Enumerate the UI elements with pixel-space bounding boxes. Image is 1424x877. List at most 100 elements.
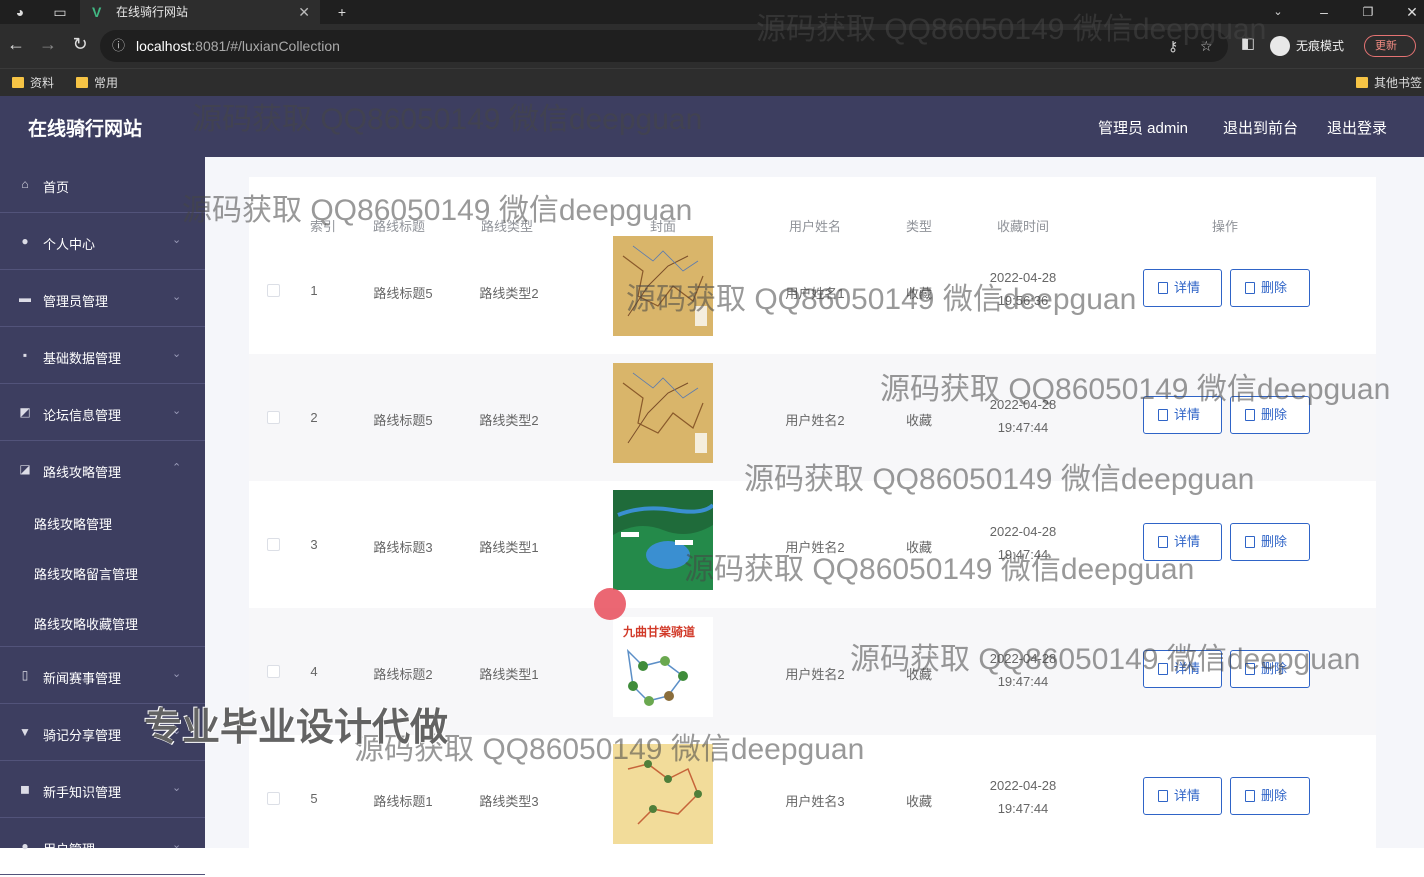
sidebar-item-basic-data[interactable]: ▪ 基础数据管理 ⌄ xyxy=(0,328,205,384)
row-checkbox[interactable] xyxy=(267,538,280,551)
chevron-down-icon: ⌄ xyxy=(172,782,182,794)
other-bookmarks[interactable]: 其他书签 xyxy=(1356,69,1422,97)
delete-button[interactable]: 删除 xyxy=(1230,269,1310,307)
row-index: 2 xyxy=(310,410,318,425)
row-title: 路线标题3 xyxy=(373,540,433,555)
row-kind: 收藏 xyxy=(905,413,932,428)
sidebar-item-home[interactable]: ⌂ 首页 xyxy=(0,157,205,213)
row-type: 路线类型3 xyxy=(479,794,539,809)
row-user: 用户姓名1 xyxy=(785,286,845,301)
route-map-thumbnail[interactable] xyxy=(613,744,713,844)
bookmark-folder-2[interactable]: 常用 xyxy=(76,69,118,97)
delete-button[interactable]: 删除 xyxy=(1230,523,1310,561)
folder-icon xyxy=(12,77,24,88)
tab-search-icon[interactable]: ▭ xyxy=(48,0,72,24)
tab-title: 在线骑行网站 xyxy=(116,5,189,19)
row-checkbox[interactable] xyxy=(267,792,280,805)
sidebar-item-label: 用户管理 xyxy=(43,842,96,857)
sidebar-item-beginner[interactable]: ◼ 新手知识管理 ⌄ xyxy=(0,762,205,818)
row-user: 用户姓名2 xyxy=(785,540,845,555)
sidebar-subitem-label: 路线攻略管理 xyxy=(34,517,113,532)
sidebar-item-label: 首页 xyxy=(43,180,70,195)
delete-button[interactable]: 删除 xyxy=(1230,777,1310,815)
row-checkbox[interactable] xyxy=(267,665,280,678)
row-type: 路线类型2 xyxy=(479,413,539,428)
mouse-cursor-highlight xyxy=(594,588,626,620)
route-poster-thumbnail[interactable]: 九曲甘棠骑道 xyxy=(613,617,713,717)
close-window-icon[interactable]: ✕ xyxy=(1400,0,1424,24)
document-icon xyxy=(1158,663,1168,675)
pin-icon: ▼ xyxy=(19,725,31,739)
user-icon: ● xyxy=(21,234,29,248)
sidebar-subitem-route-comments[interactable]: 路线攻略留言管理 xyxy=(0,547,205,597)
table-row: 1 路线标题5 路线类型2 用户姓名1 收藏 2022-04-28 19:56:… xyxy=(249,227,1376,354)
sidebar-item-forum[interactable]: ◩ 论坛信息管理 ⌄ xyxy=(0,385,205,441)
logout-link[interactable]: 退出登录 xyxy=(1327,117,1387,138)
delete-label: 删除 xyxy=(1261,534,1288,549)
back-icon[interactable]: ← xyxy=(4,34,28,55)
wallet-icon: ◪ xyxy=(19,462,31,476)
trash-icon xyxy=(1245,663,1255,675)
row-checkbox[interactable] xyxy=(267,411,280,424)
route-map-thumbnail[interactable] xyxy=(613,236,713,336)
sidebar-item-route-guide[interactable]: ◪ 路线攻略管理 ⌃ xyxy=(0,442,205,498)
sidebar-item-personal-center[interactable]: ● 个人中心 ⌄ xyxy=(0,214,205,270)
row-checkbox[interactable] xyxy=(267,284,280,297)
sidebar-item-admin[interactable]: ▬ 管理员管理 ⌄ xyxy=(0,271,205,327)
detail-button[interactable]: 详情 xyxy=(1143,777,1222,815)
forward-icon[interactable]: → xyxy=(36,34,60,55)
restore-icon[interactable]: ❐ xyxy=(1356,0,1380,24)
row-time: 19:47:44 xyxy=(997,801,1049,816)
row-date: 2022-04-28 xyxy=(989,651,1057,666)
row-type: 路线类型1 xyxy=(479,667,539,682)
sidebar-subitem-route-guide[interactable]: 路线攻略管理 xyxy=(0,497,205,547)
key-icon[interactable]: ⚷ xyxy=(1168,30,1178,62)
star-icon[interactable]: ☆ xyxy=(1200,30,1213,62)
detail-button[interactable]: 详情 xyxy=(1143,396,1222,434)
route-map-thumbnail[interactable] xyxy=(613,490,713,590)
side-panel-icon[interactable]: ◧ xyxy=(1236,34,1260,52)
detail-button[interactable]: 详情 xyxy=(1143,523,1222,561)
row-date: 2022-04-28 xyxy=(989,524,1057,539)
delete-label: 删除 xyxy=(1261,788,1288,803)
route-map-thumbnail[interactable] xyxy=(613,363,713,463)
chat-icon: ▪ xyxy=(22,348,28,362)
folder-icon xyxy=(1356,77,1368,88)
ticket-icon: ◼ xyxy=(20,782,30,796)
detail-button[interactable]: 详情 xyxy=(1143,269,1222,307)
row-index: 4 xyxy=(310,664,318,679)
reload-icon[interactable]: ↻ xyxy=(68,34,92,55)
row-time: 19:47:44 xyxy=(997,674,1049,689)
row-user: 用户姓名3 xyxy=(785,794,845,809)
close-tab-icon[interactable]: ✕ xyxy=(298,0,310,24)
bookmark-label: 常用 xyxy=(94,76,119,90)
site-info-icon[interactable]: ⓘ xyxy=(112,30,125,62)
row-title: 路线标题5 xyxy=(373,413,433,428)
browser-tab[interactable]: V 在线骑行网站 ✕ xyxy=(80,0,320,24)
incognito-indicator[interactable]: 无痕模式 xyxy=(1268,34,1344,58)
sidebar-item-label: 基础数据管理 xyxy=(43,351,122,366)
exit-to-front-link[interactable]: 退出到前台 xyxy=(1223,117,1298,138)
chevron-down-icon[interactable]: ⌄ xyxy=(1266,0,1290,24)
detail-button[interactable]: 详情 xyxy=(1143,650,1222,688)
chevron-down-icon: ⌄ xyxy=(172,234,182,246)
minimize-icon[interactable]: – xyxy=(1312,0,1336,24)
bookmarks-bar: 资料 常用 其他书签 xyxy=(0,68,1424,96)
document-icon xyxy=(1158,409,1168,421)
row-index: 3 xyxy=(310,537,318,552)
browser-menu-icon[interactable]: ◕ xyxy=(8,0,32,24)
trash-icon xyxy=(1245,790,1255,802)
bookmark-folder-1[interactable]: 资料 xyxy=(12,69,54,97)
sidebar-subitem-route-collection[interactable]: 路线攻略收藏管理 xyxy=(0,597,205,647)
delete-button[interactable]: 删除 xyxy=(1230,650,1310,688)
new-tab-icon[interactable]: + xyxy=(330,0,354,24)
folder-icon xyxy=(76,77,88,88)
address-bar[interactable]: ⓘ localhost:8081/#/luxianCollection ⚷ ☆ xyxy=(100,30,1228,62)
trash-icon xyxy=(1245,409,1255,421)
row-time: 19:56:36 xyxy=(997,293,1049,308)
sidebar-item-users[interactable]: ● 用户管理 ⌄ xyxy=(0,819,205,875)
delete-button[interactable]: 删除 xyxy=(1230,396,1310,434)
row-type: 路线类型2 xyxy=(479,286,539,301)
update-button[interactable]: 更新 xyxy=(1364,35,1416,57)
incognito-icon xyxy=(1270,36,1290,56)
